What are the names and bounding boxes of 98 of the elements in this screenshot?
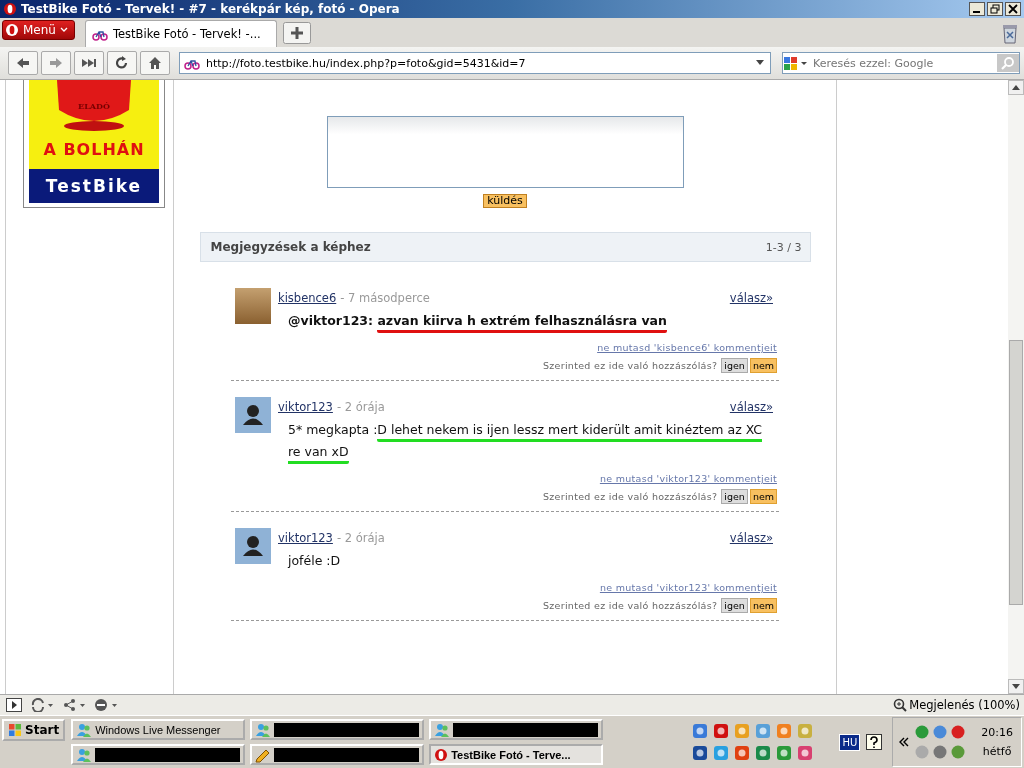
reload-button[interactable] xyxy=(107,51,137,75)
zoom-button[interactable]: Megjelenés (100%) xyxy=(893,698,1020,712)
banner-headline: A BOLHÁN xyxy=(43,140,145,159)
clock-day: hétfő xyxy=(982,745,1012,758)
send-button[interactable]: küldés xyxy=(483,194,527,208)
taskbar-button[interactable]: Windows Live Messenger xyxy=(71,719,246,740)
browser-tab[interactable]: TestBike Fotó - Tervek! -... xyxy=(84,20,277,47)
banner-text: ELADÓ xyxy=(78,101,110,111)
comment-input[interactable] xyxy=(326,116,684,188)
taskbar-button[interactable] xyxy=(429,719,604,740)
people-icon xyxy=(434,721,451,738)
search-engine-icon[interactable] xyxy=(783,55,809,71)
app-icon[interactable] xyxy=(755,745,772,761)
banner-ad[interactable]: ELADÓ A BOLHÁN TestBike xyxy=(23,80,165,208)
reload-icon xyxy=(114,55,130,71)
window-title: TestBike Fotó - Tervek! - #7 - kerékpár kép, fotó - Opera xyxy=(21,2,401,16)
house-icon xyxy=(147,55,163,71)
timestamp: - 7 másodperce xyxy=(340,291,430,305)
people-icon xyxy=(76,746,93,763)
trash-icon[interactable] xyxy=(1000,22,1020,44)
section-title: Megjegyzések a képhez xyxy=(210,240,371,254)
dropdown-arrow-icon[interactable] xyxy=(756,60,764,66)
yes-button[interactable]: igen xyxy=(721,489,748,504)
hide-comments-link[interactable]: ne mutasd 'viktor123' kommentjeit xyxy=(599,582,777,593)
avatar-silhouette-icon xyxy=(235,397,271,433)
people-icon xyxy=(76,721,93,738)
home-button[interactable] xyxy=(140,51,170,75)
zoom-icon xyxy=(893,698,908,712)
restore-icon[interactable] xyxy=(987,2,1003,16)
clock-time: 20:16 xyxy=(981,726,1013,739)
no-button[interactable]: nem xyxy=(749,489,777,504)
no-button[interactable]: nem xyxy=(749,598,777,613)
right-arrow-icon xyxy=(48,55,64,71)
vote-question: Szerinted ez ide való hozzászólás? xyxy=(542,491,718,502)
yes-button[interactable]: igen xyxy=(721,598,748,613)
username-link[interactable]: viktor123 xyxy=(278,400,333,414)
reply-link[interactable]: válasz» xyxy=(729,291,773,305)
taskbar-button[interactable] xyxy=(250,719,425,740)
app-icon[interactable] xyxy=(797,745,814,761)
vote-question: Szerinted ez ide való hozzászólás? xyxy=(542,360,718,371)
opera-logo-icon xyxy=(434,747,449,762)
reply-link[interactable]: válasz» xyxy=(729,531,773,545)
search-field[interactable]: Keresés ezzel: Google xyxy=(782,52,1020,74)
caret-icon xyxy=(59,27,68,33)
tray-icon[interactable] xyxy=(950,724,967,740)
tray-icon[interactable] xyxy=(932,724,949,740)
taskbar-button[interactable]: TestBike Fotó - Terve... xyxy=(429,744,604,765)
app-icon[interactable] xyxy=(692,745,709,761)
opera-logo-icon xyxy=(3,2,17,16)
app-icon[interactable] xyxy=(713,723,730,739)
username-link[interactable]: viktor123 xyxy=(278,531,333,545)
yes-button[interactable]: igen xyxy=(721,358,748,373)
url-text: http://foto.testbike.hu/index.php?p=foto&gid=5431&id=7 xyxy=(206,56,527,70)
sync-icon[interactable] xyxy=(30,698,54,712)
comment-text: joféle :D xyxy=(288,552,342,570)
left-arrow-icon xyxy=(15,55,31,71)
taskbar-button[interactable] xyxy=(71,744,246,765)
tray-icon[interactable] xyxy=(932,744,949,760)
vote-question: Szerinted ez ide való hozzászólás? xyxy=(542,600,718,611)
tray-icon[interactable] xyxy=(950,744,967,760)
app-icon[interactable] xyxy=(734,745,751,761)
share-icon[interactable] xyxy=(62,698,86,712)
hide-comments-link[interactable]: ne mutasd 'kisbence6' kommentjeit xyxy=(597,342,777,353)
scroll-up-icon[interactable] xyxy=(1008,80,1024,95)
back-button[interactable] xyxy=(8,51,38,75)
opera-logo-icon xyxy=(5,23,19,37)
fast-forward-button[interactable] xyxy=(74,51,104,75)
timestamp: - 2 órája xyxy=(336,531,385,545)
hide-comments-link[interactable]: ne mutasd 'viktor123' kommentjeit xyxy=(599,473,777,484)
timestamp: - 2 órája xyxy=(336,400,385,414)
comment-text: 5* megkapta :D lehet nekem is ijen lessz mert kiderült amit kinéztem az XC re van xD xyxy=(288,419,777,463)
comment-text: @viktor123: azvan kiirva h extrém felhasználásra van xyxy=(288,310,777,332)
minimize-icon[interactable] xyxy=(969,2,985,16)
username-link[interactable]: kisbence6 xyxy=(278,291,337,305)
scrollbar[interactable] xyxy=(1008,80,1024,694)
banner-logo: TestBike xyxy=(29,169,159,203)
address-field[interactable]: http://foto.testbike.hu/index.php?p=foto&gid=5431&id=7 xyxy=(179,52,771,74)
people-icon xyxy=(255,721,272,738)
scroll-thumb[interactable] xyxy=(1009,340,1023,605)
taskbar-button[interactable] xyxy=(250,744,425,765)
expand-icon[interactable] xyxy=(899,737,910,747)
language-indicator[interactable]: HU xyxy=(839,733,861,751)
app-icon[interactable] xyxy=(776,745,793,761)
new-tab-icon[interactable] xyxy=(282,22,311,44)
app-icon[interactable] xyxy=(692,723,709,739)
no-button[interactable]: nem xyxy=(749,358,777,373)
photo-placeholder xyxy=(235,288,271,324)
start-button[interactable]: Start xyxy=(2,719,66,741)
reply-link[interactable]: válasz» xyxy=(729,400,773,414)
avatar-silhouette-icon xyxy=(235,528,271,564)
windows-logo-icon xyxy=(8,723,22,737)
help-icon[interactable] xyxy=(866,734,883,750)
panel-toggle-icon[interactable] xyxy=(6,698,22,712)
blocked-icon[interactable] xyxy=(94,698,118,712)
menu-button[interactable]: Menü xyxy=(2,20,75,40)
comment-count: 1-3 / 3 xyxy=(765,240,802,254)
scroll-down-icon[interactable] xyxy=(1008,679,1024,694)
close-icon[interactable] xyxy=(1005,2,1021,16)
